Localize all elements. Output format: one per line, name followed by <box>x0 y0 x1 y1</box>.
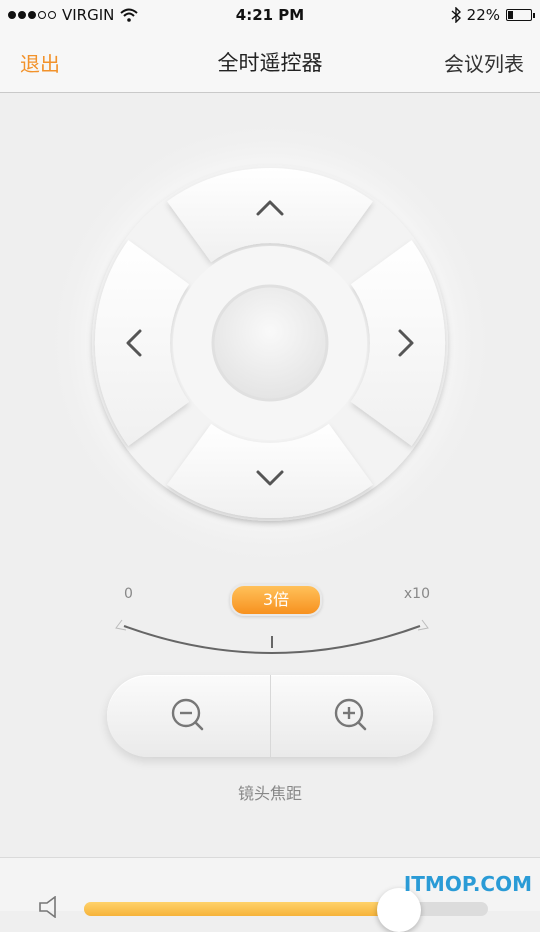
battery-icon <box>506 9 535 21</box>
nav-bar: 退出 全时遥控器 会议列表 <box>0 30 540 93</box>
status-bar: VIRGIN 4:21 PM 22% <box>0 0 540 30</box>
watermark: ITMOP.COM <box>403 872 532 896</box>
speaker-icon <box>39 896 56 918</box>
zoom-control <box>107 675 433 757</box>
zoom-out-icon <box>171 698 203 731</box>
zoom-arc <box>115 619 429 654</box>
bluetooth-icon <box>451 7 461 23</box>
zoom-caption: 镜头焦距 <box>237 784 302 803</box>
volume-slider[interactable] <box>84 902 488 916</box>
battery-percent: 22% <box>466 6 500 24</box>
status-right: 22% <box>451 6 535 24</box>
dpad <box>45 118 495 568</box>
zoom-out-button[interactable] <box>107 675 270 757</box>
zoom-scale: 0 x10 3倍 <box>110 580 430 660</box>
zoom-in-button[interactable] <box>270 675 433 757</box>
zoom-in-icon <box>334 698 366 731</box>
meeting-list-button[interactable]: 会议列表 <box>444 48 524 77</box>
volume-fill <box>84 902 400 916</box>
dpad-center-button[interactable] <box>211 284 329 402</box>
